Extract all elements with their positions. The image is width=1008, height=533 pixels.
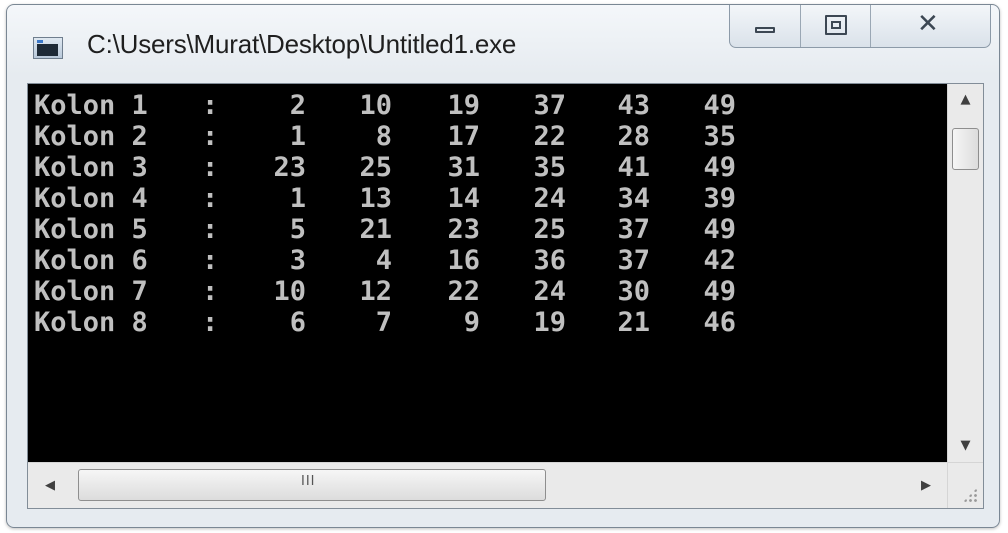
console-output[interactable]: Kolon 1:2 10 19 37 43 49 Kolon 2:1 8 17 22 28 35 Kol… [28, 84, 948, 462]
console-client-area: Kolon 1:2 10 19 37 43 49 Kolon 2:1 8 17 22 28 35 Kol… [27, 83, 984, 509]
row-separator: : [202, 307, 219, 338]
row-label: Kolon 2 [34, 121, 148, 152]
row-number: 35 [533, 152, 566, 183]
row-number: 34 [617, 183, 650, 214]
row-number: 5 [289, 214, 306, 245]
row-number: 39 [703, 183, 736, 214]
row-number: 24 [533, 183, 566, 214]
row-label: Kolon 8 [34, 307, 148, 338]
row-number: 36 [533, 245, 566, 276]
row-label: Kolon 3 [34, 152, 148, 183]
row-number: 37 [533, 90, 566, 121]
row-number: 23 [447, 214, 480, 245]
arrow-left-icon[interactable]: ◀ [32, 463, 68, 508]
row-number: 21 [617, 307, 650, 338]
horizontal-scroll-thumb[interactable]: III [78, 469, 546, 501]
row-number: 19 [447, 90, 480, 121]
row-number: 35 [703, 121, 736, 152]
console-window: C:\Users\Murat\Desktop\Untitled1.exe ✕ K… [6, 4, 1000, 528]
row-label: Kolon 7 [34, 276, 148, 307]
row-number: 31 [447, 152, 480, 183]
row-number: 37 [617, 214, 650, 245]
title-bar[interactable]: C:\Users\Murat\Desktop\Untitled1.exe ✕ [7, 5, 999, 83]
row-number: 7 [375, 307, 392, 338]
row-number: 16 [447, 245, 480, 276]
row-separator: : [202, 245, 219, 276]
maximize-button[interactable] [800, 5, 870, 47]
row-number: 41 [617, 152, 650, 183]
arrow-up-icon[interactable]: ▲ [948, 84, 983, 116]
row-number: 1 [289, 183, 306, 214]
row-separator: : [202, 276, 219, 307]
minimize-button[interactable] [730, 5, 800, 47]
row-number: 46 [703, 307, 736, 338]
row-number: 43 [617, 90, 650, 121]
row-number: 12 [359, 276, 392, 307]
row-number: 6 [289, 307, 306, 338]
row-number: 49 [703, 276, 736, 307]
row-separator: : [202, 183, 219, 214]
row-number: 21 [359, 214, 392, 245]
vertical-scrollbar[interactable]: ▲ ▼ [947, 84, 983, 462]
row-separator: : [202, 121, 219, 152]
row-separator: : [202, 90, 219, 121]
row-number: 19 [533, 307, 566, 338]
maximize-icon [825, 15, 847, 35]
row-number: 28 [617, 121, 650, 152]
vertical-scroll-thumb[interactable] [952, 128, 979, 170]
arrow-right-icon[interactable]: ▶ [908, 463, 944, 508]
row-number: 9 [463, 307, 480, 338]
resize-grip-icon[interactable] [947, 462, 983, 508]
row-label: Kolon 5 [34, 214, 148, 245]
row-number: 42 [703, 245, 736, 276]
row-number: 37 [617, 245, 650, 276]
row-number: 22 [533, 121, 566, 152]
row-number: 14 [447, 183, 480, 214]
row-number: 17 [447, 121, 480, 152]
row-number: 3 [289, 245, 306, 276]
row-number: 49 [703, 214, 736, 245]
row-number: 8 [375, 121, 392, 152]
row-number: 24 [533, 276, 566, 307]
row-separator: : [202, 214, 219, 245]
close-button[interactable]: ✕ [870, 5, 990, 47]
row-label: Kolon 1 [34, 90, 148, 121]
row-label: Kolon 6 [34, 245, 148, 276]
row-number: 1 [289, 121, 306, 152]
row-number: 10 [359, 90, 392, 121]
row-number: 22 [447, 276, 480, 307]
row-number: 30 [617, 276, 650, 307]
row-separator: : [202, 152, 219, 183]
window-title: C:\Users\Murat\Desktop\Untitled1.exe [87, 29, 517, 59]
caption-buttons: ✕ [729, 5, 991, 48]
row-label: Kolon 4 [34, 183, 148, 214]
console-app-icon[interactable] [33, 37, 63, 59]
row-number: 4 [375, 245, 392, 276]
row-number: 10 [273, 276, 306, 307]
row-number: 49 [703, 90, 736, 121]
row-number: 13 [359, 183, 392, 214]
row-number: 2 [289, 90, 306, 121]
horizontal-scrollbar[interactable]: ◀ III ▶ [28, 462, 948, 508]
row-number: 23 [273, 152, 306, 183]
row-number: 49 [703, 152, 736, 183]
scroll-grip-icon: III [301, 474, 316, 489]
row-number: 25 [533, 214, 566, 245]
row-number: 25 [359, 152, 392, 183]
minimize-icon [755, 27, 775, 33]
arrow-down-icon[interactable]: ▼ [948, 430, 983, 462]
close-icon: ✕ [917, 9, 939, 39]
